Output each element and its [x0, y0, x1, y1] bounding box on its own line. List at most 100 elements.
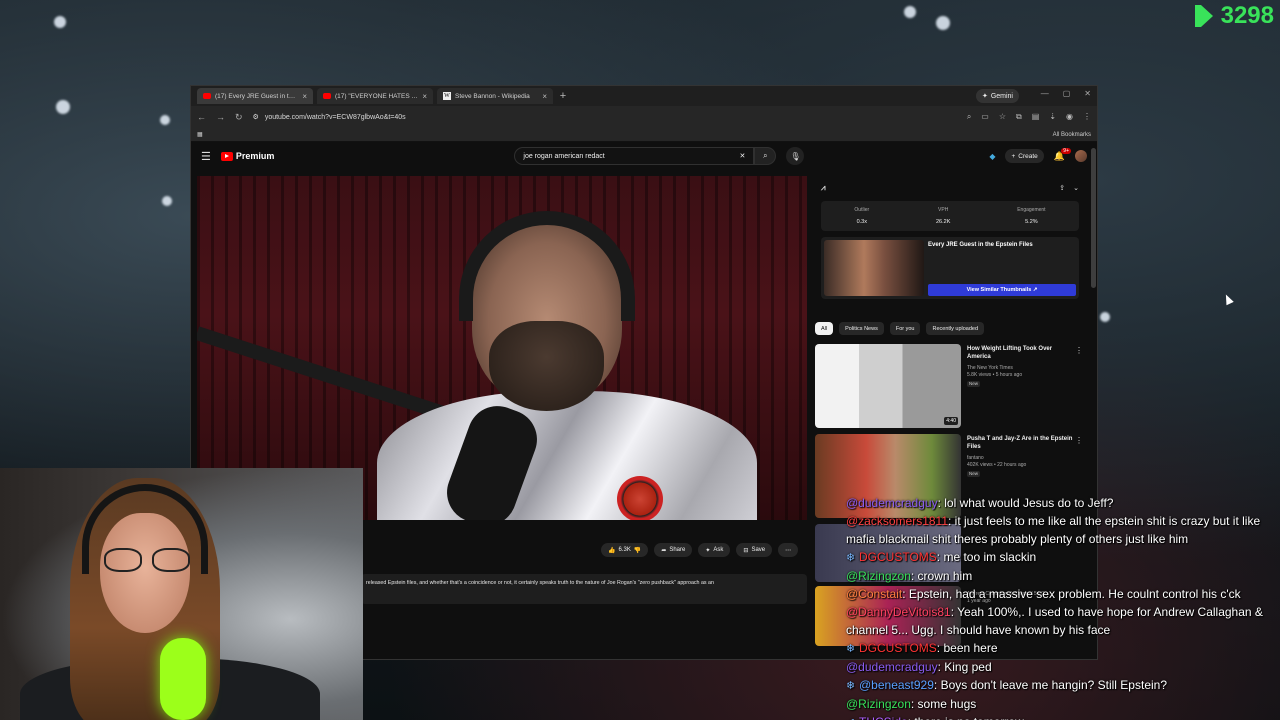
extension-icon[interactable]: ⧉	[1016, 112, 1022, 122]
background-light	[56, 100, 70, 114]
new-badge: New	[967, 470, 981, 477]
chat-message: @zacksomers1811: it just feels to me lik…	[846, 512, 1280, 548]
like-button[interactable]: 👍 6.3K 👎	[601, 543, 649, 557]
chat-username: @dudemcradguy	[846, 660, 938, 674]
recommended-video[interactable]: 4:40 How Weight Lifting Took Over Americ…	[815, 344, 1085, 432]
close-window-icon[interactable]: ✕	[1084, 89, 1091, 98]
page-scrollbar[interactable]	[1091, 148, 1096, 288]
video-thumbnail[interactable]: 4:40	[815, 344, 961, 428]
plus-icon: +	[1011, 152, 1016, 160]
guest-beard	[489, 321, 604, 411]
youtube-play-icon	[220, 151, 233, 161]
more-actions-button[interactable]: ⋯	[778, 543, 799, 557]
create-label: Create	[1018, 152, 1038, 160]
stat-value: 5.2%	[1025, 219, 1038, 225]
chat-username: DGCUSTOMS	[859, 641, 937, 655]
share-button[interactable]: ➦ Share	[654, 543, 693, 557]
chip-politics-news[interactable]: Politics News	[839, 322, 884, 335]
upload-icon[interactable]: ⇪	[1059, 184, 1065, 192]
background-light	[160, 115, 170, 125]
youtube-icon	[203, 93, 211, 99]
close-icon[interactable]: ×	[422, 92, 427, 101]
zoom-icon[interactable]: ⌕	[967, 112, 971, 122]
chip-for-you[interactable]: For you	[889, 322, 921, 335]
header-right: ◆ + Create 🔔 9+	[989, 147, 1087, 163]
close-icon[interactable]: ×	[542, 92, 547, 101]
browser-tab-wikipedia[interactable]: W Steve Bannon - Wikipedia ×	[437, 88, 553, 104]
reload-icon[interactable]: ↻	[235, 112, 243, 123]
sidepanel-icon[interactable]: ▤	[1032, 112, 1040, 122]
card-info: Every JRE Guest in the Epstein Files Vie…	[928, 240, 1076, 296]
background-light	[54, 16, 66, 28]
site-info-icon[interactable]: ⚙	[253, 113, 259, 121]
minimize-icon[interactable]: —	[1041, 89, 1049, 98]
maximize-icon[interactable]: ▢	[1063, 89, 1071, 98]
view-similar-thumbnails-button[interactable]: View Similar Thumbnails ↗	[928, 284, 1076, 296]
description-text: released Epstein files, and whether that…	[366, 580, 714, 586]
star-icon[interactable]: ☆	[999, 112, 1006, 122]
filter-chips: All Politics News For you Recently uploa…	[815, 322, 985, 335]
url-field[interactable]: ⚙ youtube.com/watch?v=ECW87glbwAo&t=40s	[253, 113, 957, 122]
browser-tab-jre[interactable]: (17) Every JRE Guest in the Epstein File…	[197, 88, 313, 104]
jacket-patch	[617, 476, 663, 520]
video-description[interactable]: released Epstein files, and whether that…	[361, 574, 807, 604]
video-title[interactable]: How Weight Lifting Took Over America	[967, 346, 1085, 362]
video-thumbnail[interactable]	[824, 240, 924, 296]
kick-logo-icon	[1194, 5, 1215, 27]
webcam-feed	[0, 468, 363, 720]
panel-header-icons: ⇪ ⌄	[1059, 184, 1079, 192]
channel-name[interactable]: fantano	[967, 455, 1085, 462]
mouse-cursor	[1222, 292, 1234, 306]
youtube-logo[interactable]: Premium	[220, 151, 274, 161]
all-bookmarks[interactable]: All Bookmarks	[1053, 132, 1091, 138]
apps-icon[interactable]: ▦	[197, 131, 203, 138]
guest-silver-jacket	[377, 391, 757, 520]
chat-text: : Boys don't leave me hangin? Still Epst…	[933, 678, 1168, 692]
ask-button[interactable]: ✦ Ask	[698, 543, 731, 557]
create-button[interactable]: + Create	[1005, 149, 1044, 163]
chat-text: : lol what would Jesus do to Jeff?	[937, 496, 1114, 510]
back-icon[interactable]: ←	[197, 112, 206, 122]
save-button[interactable]: ⊟ Save	[736, 543, 773, 557]
extension-icon[interactable]: ◆	[989, 152, 995, 161]
save-label: Save	[751, 547, 766, 553]
menu-icon[interactable]: ⋮	[1083, 112, 1091, 122]
avatar[interactable]	[1075, 150, 1087, 162]
chevron-down-icon[interactable]: ⌄	[1073, 184, 1079, 192]
background-light	[936, 16, 950, 30]
more-icon[interactable]: ⋮	[1075, 346, 1083, 355]
gemini-button[interactable]: ✦ Gemini	[975, 89, 1019, 103]
cast-icon[interactable]: ▭	[981, 112, 989, 122]
chat-text: : been here	[936, 641, 998, 655]
clear-search-icon[interactable]: ✕	[740, 152, 746, 160]
search-button[interactable]: ⌕	[754, 147, 777, 165]
tab-bar: (17) Every JRE Guest in the Epstein File…	[191, 86, 1097, 106]
close-icon[interactable]: ×	[302, 92, 307, 101]
video-title[interactable]: Pusha T and Jay-Z Are in the Epstein Fil…	[967, 436, 1085, 452]
new-tab-button[interactable]: +	[557, 90, 569, 102]
chat-badge-icon: ❄	[846, 643, 856, 655]
chip-recently-uploaded[interactable]: Recently uploaded	[926, 322, 985, 335]
thumbs-down-icon[interactable]: 👎	[634, 547, 641, 554]
chip-all[interactable]: All	[815, 322, 834, 335]
chat-message: ❄ DGCUSTOMS: me too im slackin	[846, 548, 1280, 567]
video-meta: fantano 402K views • 22 hours ago New	[967, 455, 1085, 478]
profile-icon[interactable]: ◉	[1066, 112, 1073, 122]
vidiq-logo-icon: ⩘	[821, 183, 826, 192]
chat-text: : Epstein, had a massive sex problem. He…	[902, 587, 1241, 601]
views-age: 5.8K views • 5 hours ago	[967, 371, 1023, 378]
download-icon[interactable]: ⇣	[1049, 112, 1056, 122]
chat-message: @Constait: Epstein, had a massive sex pr…	[846, 585, 1280, 603]
notifications-button[interactable]: 🔔 9+	[1054, 147, 1071, 162]
video-meta: The New York Times 5.8K views • 5 hours …	[967, 365, 1085, 388]
more-icon[interactable]: ⋮	[1075, 436, 1083, 445]
search-input[interactable]: joe rogan american redact ✕	[514, 147, 755, 165]
forward-icon[interactable]: →	[216, 112, 225, 122]
share-label: Share	[669, 547, 686, 553]
hamburger-menu-icon[interactable]: ☰	[201, 150, 211, 163]
voice-search-button[interactable]: 🎙	[786, 147, 805, 165]
chat-badge-icon: ❄	[846, 552, 856, 564]
channel-name[interactable]: The New York Times	[967, 365, 1085, 372]
video-duration: 4:40	[944, 417, 958, 425]
browser-tab-everyone[interactable]: (17) "EVERYONE HATES YOU!" ×	[317, 88, 433, 104]
